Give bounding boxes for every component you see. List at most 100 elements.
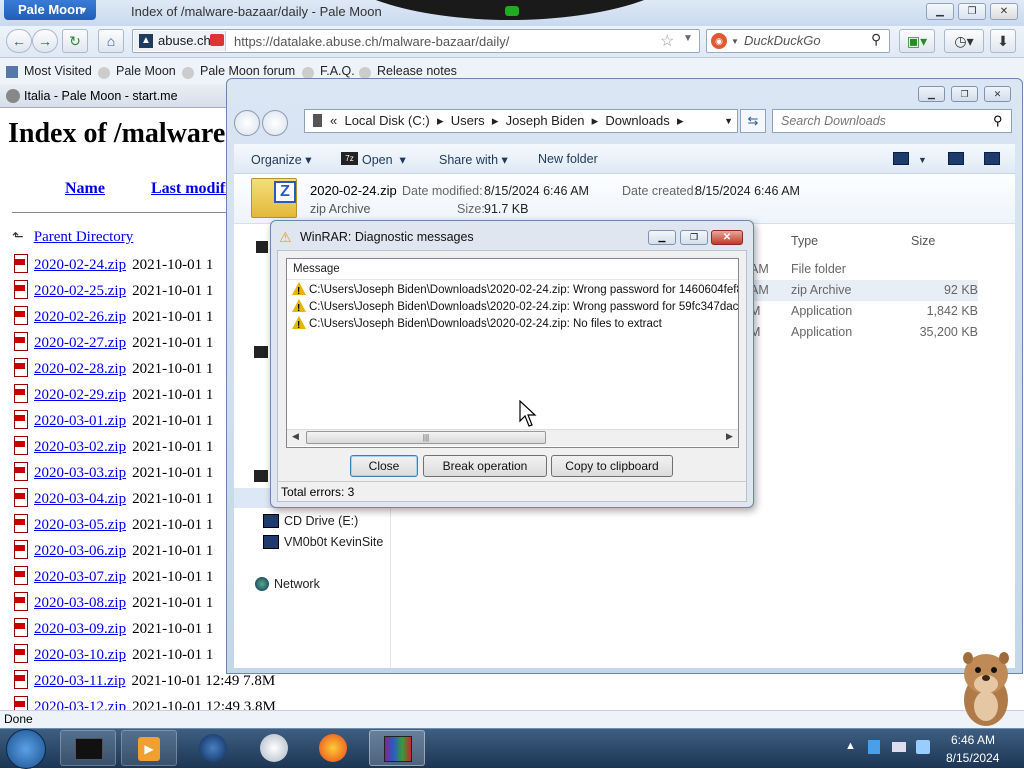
column-header-type[interactable]: Type bbox=[791, 234, 818, 248]
close-dialog-button[interactable]: Close bbox=[350, 455, 418, 477]
file-link[interactable]: 2020-03-08.zip bbox=[34, 595, 126, 611]
help-icon[interactable] bbox=[984, 152, 1000, 165]
explorer-file-row[interactable]: M Application 1,842 KB bbox=[750, 301, 978, 322]
file-link[interactable]: 2020-03-09.zip bbox=[34, 621, 126, 637]
speed-dial-button[interactable]: ▣▾ bbox=[899, 29, 935, 53]
bookmark-faq[interactable]: F.A.Q. bbox=[320, 64, 355, 78]
explorer-minimize-button[interactable]: ▁ bbox=[918, 86, 945, 102]
search-icon[interactable]: ⚲ bbox=[993, 113, 1003, 129]
scrollbar-thumb[interactable]: ||| bbox=[306, 431, 546, 444]
close-button[interactable]: ✕ bbox=[990, 3, 1018, 20]
nav-tree-selected[interactable] bbox=[234, 488, 274, 508]
file-link[interactable]: 2020-03-06.zip bbox=[34, 543, 126, 559]
taskbar-winrar-button[interactable] bbox=[369, 730, 425, 766]
view-options-icon[interactable] bbox=[893, 152, 909, 165]
home-button[interactable]: ⌂ bbox=[98, 29, 124, 53]
scroll-left-icon[interactable]: ◀ bbox=[292, 431, 299, 442]
file-link[interactable]: 2020-02-24.zip bbox=[34, 257, 126, 273]
search-icon[interactable]: ⚲ bbox=[871, 31, 881, 48]
explorer-file-row[interactable]: AM zip Archive 92 KB bbox=[750, 280, 978, 301]
breadcrumb-joseph-biden[interactable]: Joseph Biden bbox=[506, 113, 585, 128]
dialog-minimize-button[interactable]: ▁ bbox=[648, 230, 676, 245]
copy-to-clipboard-button[interactable]: Copy to clipboard bbox=[551, 455, 673, 477]
minimize-button[interactable]: ▁ bbox=[926, 3, 954, 20]
breadcrumb-users[interactable]: Users bbox=[451, 113, 485, 128]
file-link[interactable]: 2020-03-11.zip bbox=[34, 673, 126, 689]
parent-directory-link[interactable]: Parent Directory bbox=[34, 229, 134, 245]
column-header-size[interactable]: Size bbox=[911, 234, 935, 248]
show-hidden-icons-icon[interactable]: ▲ bbox=[845, 740, 856, 752]
file-link[interactable]: 2020-03-03.zip bbox=[34, 465, 126, 481]
sort-by-name-link[interactable]: Name bbox=[65, 180, 105, 198]
bookmark-release-notes[interactable]: Release notes bbox=[377, 64, 457, 78]
explorer-file-row[interactable]: M Application 35,200 KB bbox=[750, 322, 978, 343]
url-dropdown-icon[interactable]: ▼ bbox=[683, 33, 693, 44]
explorer-maximize-button[interactable]: ❐ bbox=[951, 86, 978, 102]
bookmark-star-icon[interactable]: ☆ bbox=[660, 31, 674, 51]
file-link[interactable]: 2020-03-01.zip bbox=[34, 413, 126, 429]
scroll-right-icon[interactable]: ▶ bbox=[726, 431, 733, 442]
file-link[interactable]: 2020-02-28.zip bbox=[34, 361, 126, 377]
explorer-close-button[interactable]: ✕ bbox=[984, 86, 1011, 102]
dialog-close-button[interactable]: ✕ bbox=[711, 230, 743, 245]
message-row[interactable]: C:\Users\Joseph Biden\Downloads\2020-02-… bbox=[292, 282, 738, 299]
maximize-button[interactable]: ❐ bbox=[958, 3, 986, 20]
nav-cd-drive[interactable]: CD Drive (E:) bbox=[284, 514, 358, 528]
share-with-button[interactable]: Share with ▾ bbox=[439, 152, 508, 167]
reload-button[interactable]: ↻ bbox=[62, 29, 88, 53]
file-link[interactable]: 2020-03-02.zip bbox=[34, 439, 126, 455]
message-row[interactable]: C:\Users\Joseph Biden\Downloads\2020-02-… bbox=[292, 316, 738, 333]
downloads-button[interactable]: ⬇ bbox=[990, 29, 1016, 53]
file-link[interactable]: 2020-03-04.zip bbox=[34, 491, 126, 507]
nav-network[interactable]: Network bbox=[274, 577, 320, 591]
file-link[interactable]: 2020-03-10.zip bbox=[34, 647, 126, 663]
taskbar-pale-moon-button[interactable] bbox=[246, 730, 302, 766]
explorer-search-input[interactable]: Search Downloads bbox=[772, 109, 1012, 133]
bookmark-pale-moon-forum[interactable]: Pale Moon forum bbox=[200, 64, 295, 78]
taskbar-media-player-button[interactable]: ▶ bbox=[121, 730, 177, 766]
file-link[interactable]: 2020-02-25.zip bbox=[34, 283, 126, 299]
tray-volume-icon[interactable] bbox=[916, 740, 930, 754]
taskbar-browser-button[interactable] bbox=[185, 730, 241, 766]
organize-button[interactable]: Organize ▾ bbox=[251, 152, 311, 167]
breadcrumb-local-disk[interactable]: Local Disk (C:) bbox=[344, 113, 429, 128]
explorer-back-button[interactable] bbox=[234, 110, 260, 136]
address-dropdown-icon[interactable]: ▼ bbox=[724, 110, 733, 132]
message-column-header[interactable]: Message bbox=[287, 259, 738, 280]
breadcrumb-downloads[interactable]: Downloads bbox=[605, 113, 669, 128]
url-text[interactable]: https://datalake.abuse.ch/malware-bazaar… bbox=[234, 34, 509, 49]
tab-start-me[interactable]: Italia - Pale Moon - start.me bbox=[24, 89, 178, 103]
new-folder-button[interactable]: New folder bbox=[538, 152, 598, 166]
back-button[interactable]: ← bbox=[6, 29, 32, 53]
file-link[interactable]: 2020-03-05.zip bbox=[34, 517, 126, 533]
explorer-file-row[interactable]: AM File folder bbox=[750, 259, 978, 280]
explorer-forward-button[interactable] bbox=[262, 110, 288, 136]
view-dropdown-icon[interactable]: ▼ bbox=[918, 155, 927, 165]
bookmark-most-visited[interactable]: Most Visited bbox=[24, 64, 92, 78]
start-button[interactable] bbox=[6, 729, 46, 769]
history-button[interactable]: ◷▾ bbox=[944, 29, 984, 53]
message-row[interactable]: C:\Users\Joseph Biden\Downloads\2020-02-… bbox=[292, 299, 738, 316]
taskbar-terminal-button[interactable] bbox=[60, 730, 116, 766]
duckduckgo-icon[interactable]: ◉ bbox=[711, 33, 727, 49]
nav-network-share[interactable]: VM0b0t KevinSite bbox=[284, 535, 383, 549]
file-link[interactable]: 2020-03-07.zip bbox=[34, 569, 126, 585]
open-button[interactable]: Open ▾ bbox=[362, 152, 406, 167]
break-operation-button[interactable]: Break operation bbox=[423, 455, 547, 477]
file-link[interactable]: 2020-02-29.zip bbox=[34, 387, 126, 403]
search-engine-dropdown-icon[interactable]: ▼ bbox=[731, 37, 739, 46]
address-bar[interactable]: « Local Disk (C:) ▸ Users ▸ Joseph Biden… bbox=[304, 109, 738, 133]
bookmark-pale-moon[interactable]: Pale Moon bbox=[116, 64, 176, 78]
file-link[interactable]: 2020-02-27.zip bbox=[34, 335, 126, 351]
search-placeholder[interactable]: DuckDuckGo bbox=[744, 33, 821, 48]
file-link[interactable]: 2020-02-26.zip bbox=[34, 309, 126, 325]
explorer-refresh-button[interactable]: ⇆ bbox=[740, 109, 766, 133]
pale-moon-menu-button[interactable]: Pale Moon ▼ bbox=[4, 0, 96, 20]
tray-display-icon[interactable] bbox=[892, 742, 906, 752]
clock-time[interactable]: 6:46 AM bbox=[951, 733, 995, 747]
dialog-maximize-button[interactable]: ❐ bbox=[680, 230, 708, 245]
tray-network-icon[interactable] bbox=[868, 740, 880, 754]
taskbar-firefox-button[interactable] bbox=[305, 730, 361, 766]
preview-pane-icon[interactable] bbox=[948, 152, 964, 165]
clock-date[interactable]: 8/15/2024 bbox=[946, 751, 999, 765]
